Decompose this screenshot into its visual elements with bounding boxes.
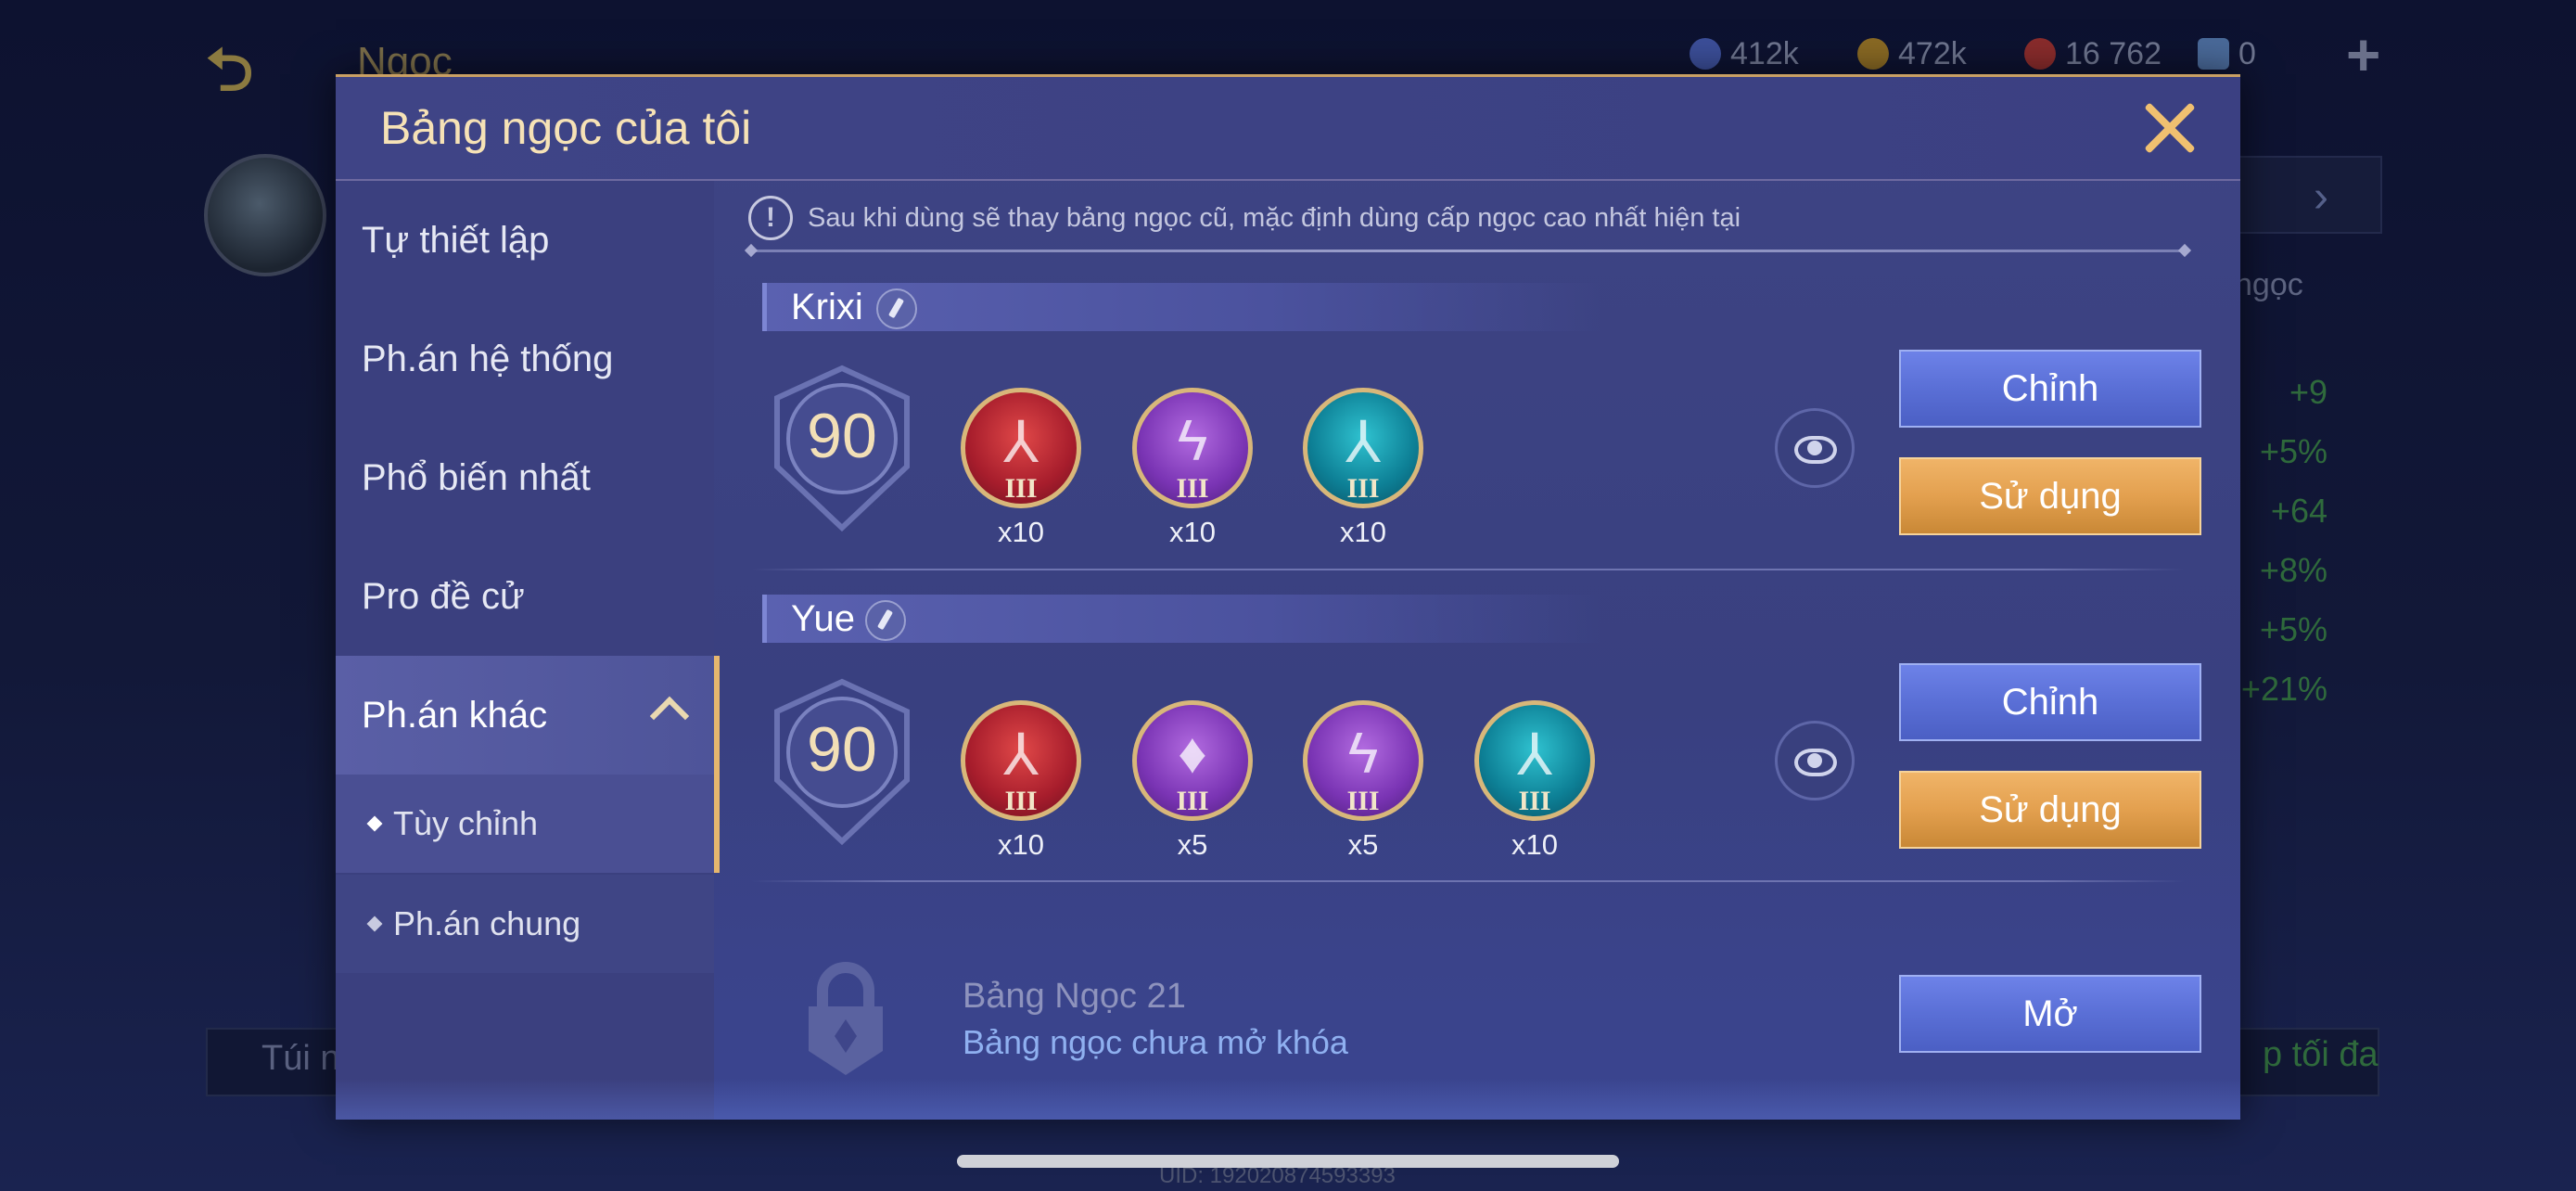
eye-icon[interactable]: [1775, 408, 1855, 488]
sidebar-item-other-plans[interactable]: Ph.án khác: [336, 656, 720, 775]
add-resource-icon[interactable]: +: [2346, 20, 2380, 89]
use-button[interactable]: Sử dụng: [1899, 771, 2201, 849]
background-bottom-right-text: p tối đa: [2263, 1035, 2378, 1074]
sidebar-subitem-shared[interactable]: Ph.án chung: [336, 875, 714, 973]
sidebar-item-pro-recommended[interactable]: Pro đề cử: [336, 537, 714, 656]
sidebar-subitem-custom[interactable]: Tùy chỉnh: [336, 775, 720, 873]
notice-text: Sau khi dùng sẽ thay bảng ngọc cũ, mặc đ…: [808, 202, 1741, 233]
divider: [751, 250, 2185, 252]
divider: [751, 880, 2185, 882]
eye-icon[interactable]: [1775, 721, 1855, 800]
rune-set-header: Yue: [762, 595, 1601, 643]
ticket-icon: [2198, 38, 2229, 70]
rune-tier: III: [1176, 786, 1209, 816]
background-side-label: ngọc: [2235, 267, 2303, 302]
rune-tier: III: [1518, 786, 1551, 816]
resource-red-gem: 16 762: [2024, 33, 2162, 74]
notice-bar: ! Sau khi dùng sẽ thay bảng ngọc cũ, mặc…: [748, 196, 1741, 240]
modal-header: Bảng ngọc của tôi: [336, 77, 2240, 181]
sidebar-item-most-popular[interactable]: Phổ biến nhất: [336, 418, 714, 537]
chevron-up-icon: [649, 696, 690, 736]
resource-blue-gem: 412k: [1690, 33, 1799, 74]
close-icon[interactable]: [2139, 97, 2200, 159]
use-button[interactable]: Sử dụng: [1899, 457, 2201, 535]
lock-icon: [809, 962, 883, 1075]
rune-tier: III: [1346, 473, 1380, 504]
background-panel: [2235, 156, 2382, 234]
pencil-icon[interactable]: [876, 288, 917, 329]
rune-count: x10: [998, 516, 1044, 548]
rune-count: x5: [1347, 828, 1379, 861]
edit-button[interactable]: Chỉnh: [1899, 663, 2201, 741]
rune-level-badge: 90: [770, 678, 914, 845]
rune-count: x10: [1511, 828, 1558, 861]
modal-title: Bảng ngọc của tôi: [380, 102, 752, 154]
sidebar-item-system-plans[interactable]: Ph.án hệ thống: [336, 300, 714, 418]
locked-page-subtitle: Bảng ngọc chưa mở khóa: [963, 1023, 1348, 1061]
diamond-bullet-icon: [366, 815, 383, 832]
divider: [751, 569, 2185, 570]
rune-level-badge: 90: [770, 365, 914, 531]
rune-set-name: Yue: [791, 598, 855, 639]
pencil-icon[interactable]: [865, 600, 906, 641]
background-bottom-left-text: Túi n: [261, 1039, 340, 1078]
rune-tier: III: [1004, 473, 1038, 504]
unlock-button[interactable]: Mở: [1899, 975, 2201, 1053]
rune-count: x10: [998, 828, 1044, 861]
resource-ticket: 0: [2198, 33, 2256, 74]
rune-count: x10: [1169, 516, 1216, 548]
back-arrow-icon[interactable]: ⮌: [206, 37, 308, 102]
exclamation-icon: !: [748, 196, 793, 240]
rune-level-number: 90: [807, 714, 877, 785]
gold-coin-icon: [1857, 38, 1889, 70]
modal-sidebar: Tự thiết lập Ph.án hệ thống Phổ biến nhấ…: [336, 181, 720, 1120]
rune-page-modal: Bảng ngọc của tôi Tự thiết lập Ph.án hệ …: [336, 74, 2240, 1120]
rune-count: x10: [1340, 516, 1386, 548]
red-gem-icon: [2024, 38, 2056, 70]
resource-gold-coin: 472k: [1857, 33, 1967, 74]
blue-gem-icon: [1690, 38, 1721, 70]
rune-tier: III: [1346, 786, 1380, 816]
rune-tier: III: [1176, 473, 1209, 504]
hero-avatar: [204, 154, 326, 276]
edit-button[interactable]: Chỉnh: [1899, 350, 2201, 428]
rune-set-header: Krixi: [762, 283, 1601, 331]
rune-tier: III: [1004, 786, 1038, 816]
diamond-bullet-icon: [366, 916, 383, 932]
chevron-right-icon[interactable]: ›: [2314, 172, 2328, 223]
locked-page-title: Bảng Ngọc 21: [963, 977, 1186, 1016]
rune-count: x5: [1177, 828, 1208, 861]
rune-set-name: Krixi: [791, 287, 863, 327]
rune-level-number: 90: [807, 401, 877, 471]
sidebar-item-custom-setup[interactable]: Tự thiết lập: [336, 181, 714, 300]
modal-bottom-fade: [336, 1079, 2240, 1120]
home-indicator[interactable]: [957, 1155, 1619, 1168]
